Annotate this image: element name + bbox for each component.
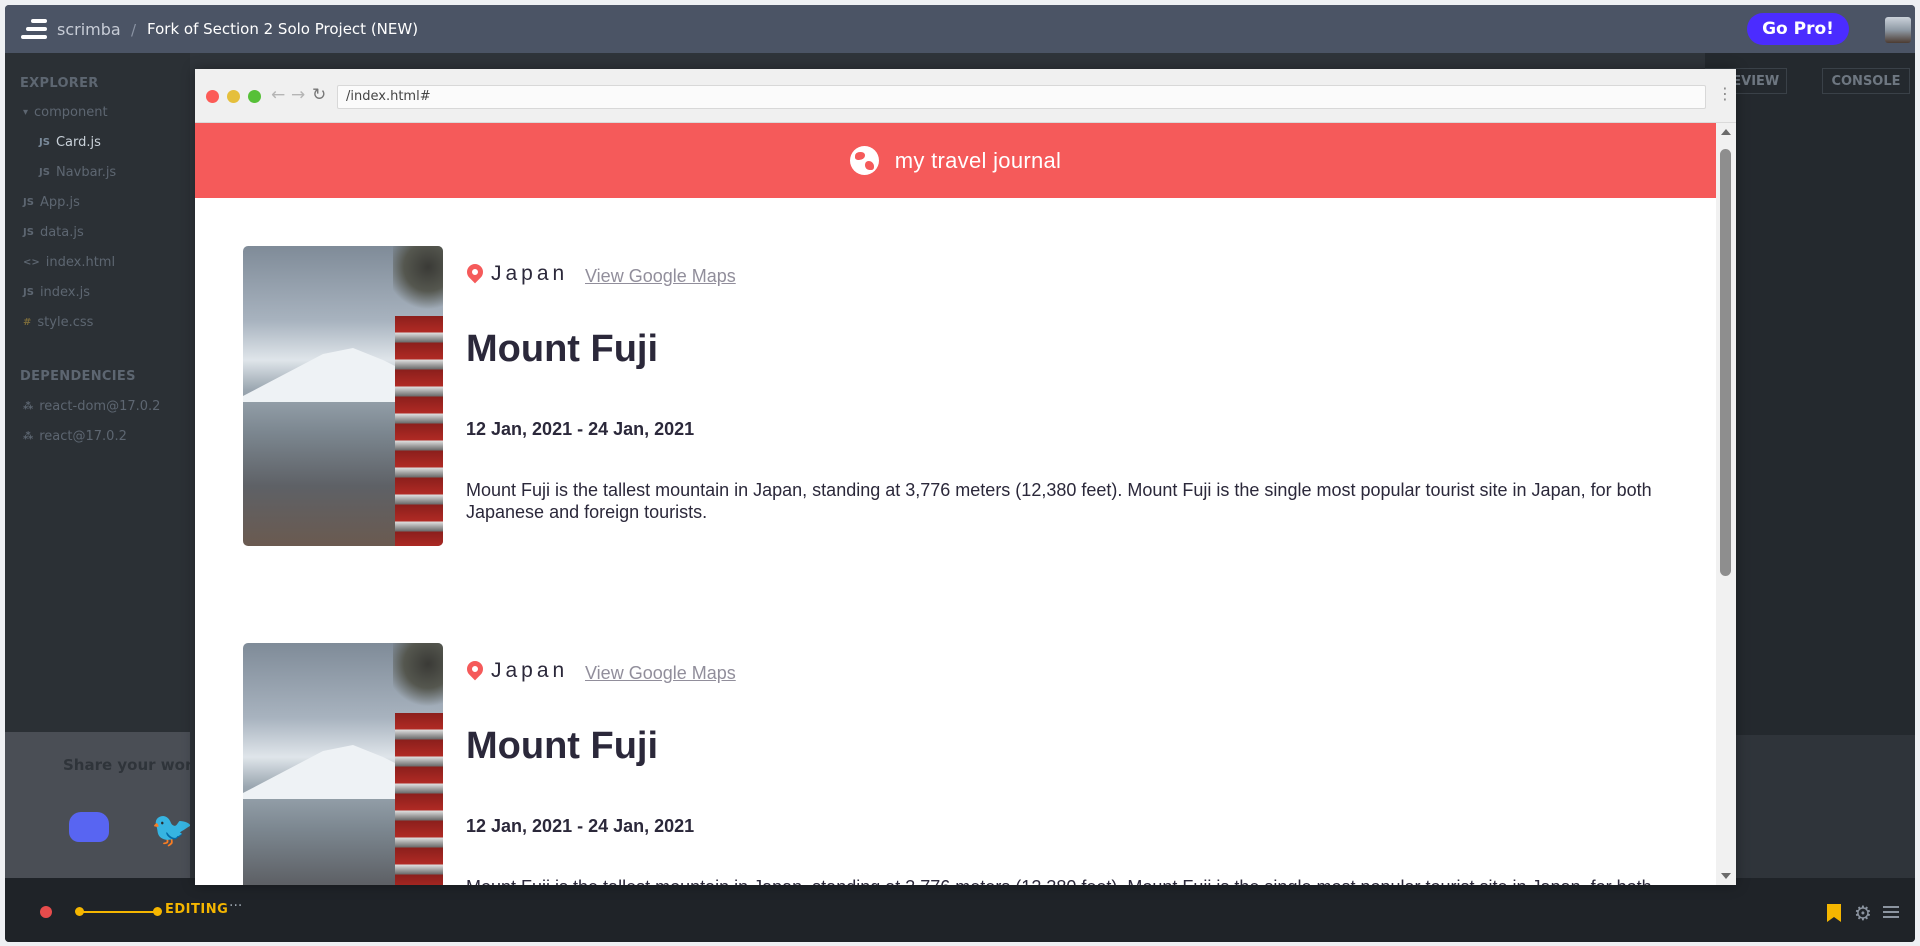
project-title[interactable]: Fork of Section 2 Solo Project (NEW) <box>147 20 418 38</box>
css-file-icon: # <box>23 316 32 328</box>
card-location: Japan <box>491 262 569 285</box>
bookmark-icon[interactable] <box>1827 904 1841 922</box>
chevron-down-icon: ▾ <box>23 106 29 118</box>
scrimba-app: scrimba / Fork of Section 2 Solo Project… <box>5 5 1915 942</box>
dependencies-header: DEPENDENCIES <box>20 368 136 384</box>
location-pin-icon <box>463 657 487 681</box>
navbar-title: my travel journal <box>894 147 1062 173</box>
explorer-item-label: data.js <box>39 224 84 240</box>
browser-preview-window: ← → ↻ /index.html# ⋮ my travel journal J… <box>195 69 1736 885</box>
location-pin-icon <box>463 260 487 284</box>
bottom-bar: EDITING ··· ⚙ <box>5 878 1915 942</box>
card-dates: 12 Jan, 2021 - 24 Jan, 2021 <box>466 816 695 836</box>
top-bar: scrimba / Fork of Section 2 Solo Project… <box>5 5 1915 53</box>
explorer-item-label: App.js <box>39 194 80 210</box>
maximize-window-button[interactable] <box>248 90 261 103</box>
record-button[interactable] <box>40 906 52 918</box>
minimize-window-button[interactable] <box>227 90 240 103</box>
menu-icon[interactable] <box>1883 906 1899 918</box>
js-file-icon: JS <box>39 166 50 178</box>
explorer-item-label: style.css <box>37 314 94 330</box>
explorer-item-index-html[interactable]: <> index.html <box>23 251 115 273</box>
close-window-button[interactable] <box>206 90 219 103</box>
package-icon: ⁂ <box>23 400 34 412</box>
globe-icon <box>849 146 879 175</box>
explorer-header: EXPLORER <box>20 75 99 91</box>
avatar[interactable] <box>1885 17 1911 43</box>
dependency-label: react@17.0.2 <box>39 428 127 444</box>
card-location: Japan <box>491 659 569 682</box>
timeline-end-handle[interactable] <box>153 907 162 916</box>
google-maps-link[interactable]: View Google Maps <box>585 663 736 684</box>
address-bar[interactable]: /index.html# <box>337 85 1706 109</box>
timeline-track[interactable] <box>79 911 157 913</box>
kebab-menu-icon[interactable]: ⋮ <box>1717 84 1733 103</box>
explorer-item-label: index.html <box>45 254 116 270</box>
js-file-icon: JS <box>23 286 34 298</box>
explorer-folder-component[interactable]: ▾ component <box>23 101 108 123</box>
file-explorer: EXPLORER ▾ component JS Card.js JS Navba… <box>5 53 190 735</box>
explorer-item-index-js[interactable]: JS index.js <box>23 281 90 303</box>
reload-icon[interactable]: ↻ <box>312 85 326 105</box>
share-panel: Share your work 🐦 <box>5 732 190 878</box>
explorer-item-label: Navbar.js <box>55 164 117 180</box>
card-image-mount-fuji <box>243 246 443 546</box>
card-description: Mount Fuji is the tallest mountain in Ja… <box>466 480 1652 522</box>
scrollbar-thumb[interactable] <box>1720 149 1731 576</box>
js-file-icon: JS <box>23 196 34 208</box>
editing-status: EDITING <box>165 902 229 917</box>
timeline-start-handle[interactable] <box>75 907 84 916</box>
scrimba-logo-icon <box>21 19 47 39</box>
explorer-item-app-js[interactable]: JS App.js <box>23 191 80 213</box>
google-maps-link[interactable]: View Google Maps <box>585 266 736 287</box>
brand-name: scrimba <box>57 19 121 39</box>
page-viewport: my travel journal Japan View Google Maps… <box>195 123 1736 885</box>
scroll-up-arrow-icon[interactable] <box>1721 129 1731 135</box>
scroll-down-arrow-icon[interactable] <box>1721 873 1731 879</box>
explorer-item-card-js[interactable]: JS Card.js <box>39 131 101 153</box>
dependency-item[interactable]: ⁂ react-dom@17.0.2 <box>23 395 160 417</box>
dependency-label: react-dom@17.0.2 <box>39 398 161 414</box>
card-title: Mount Fuji <box>466 328 659 370</box>
explorer-item-label: component <box>34 104 108 120</box>
explorer-item-style-css[interactable]: # style.css <box>23 311 93 333</box>
back-arrow-icon[interactable]: ← <box>271 85 285 105</box>
tab-console[interactable]: CONSOLE <box>1822 68 1910 94</box>
card-title: Mount Fuji <box>466 725 659 767</box>
right-panel: PREVIEW CONSOLE <box>1705 53 1915 735</box>
travel-navbar: my travel journal <box>195 123 1716 198</box>
go-pro-button[interactable]: Go Pro! <box>1747 13 1849 45</box>
browser-chrome: ← → ↻ /index.html# ⋮ <box>195 69 1736 123</box>
share-text: Share your work <box>63 756 190 774</box>
discord-icon[interactable] <box>69 812 109 842</box>
breadcrumb-separator: / <box>131 21 137 39</box>
package-icon: ⁂ <box>23 430 34 442</box>
gear-icon[interactable]: ⚙ <box>1854 901 1872 925</box>
explorer-item-label: Card.js <box>55 134 101 150</box>
card-image-mount-fuji <box>243 643 443 885</box>
twitter-icon[interactable]: 🐦 <box>151 810 190 850</box>
vertical-scrollbar[interactable] <box>1716 123 1736 885</box>
card-dates: 12 Jan, 2021 - 24 Jan, 2021 <box>466 419 695 439</box>
more-options-icon[interactable]: ··· <box>229 898 242 914</box>
html-file-icon: <> <box>23 256 40 268</box>
card-description: Mount Fuji is the tallest mountain in Ja… <box>466 876 1656 885</box>
js-file-icon: JS <box>23 226 34 238</box>
explorer-item-navbar-js[interactable]: JS Navbar.js <box>39 161 116 183</box>
dependency-item[interactable]: ⁂ react@17.0.2 <box>23 425 127 447</box>
travel-card: Japan View Google Maps Mount Fuji 12 Jan… <box>243 643 1663 885</box>
travel-card: Japan View Google Maps Mount Fuji 12 Jan… <box>243 246 1663 546</box>
forward-arrow-icon[interactable]: → <box>291 85 305 105</box>
explorer-item-data-js[interactable]: JS data.js <box>23 221 84 243</box>
explorer-item-label: index.js <box>39 284 91 300</box>
js-file-icon: JS <box>39 136 50 148</box>
scrimba-logo[interactable]: scrimba <box>21 19 121 39</box>
